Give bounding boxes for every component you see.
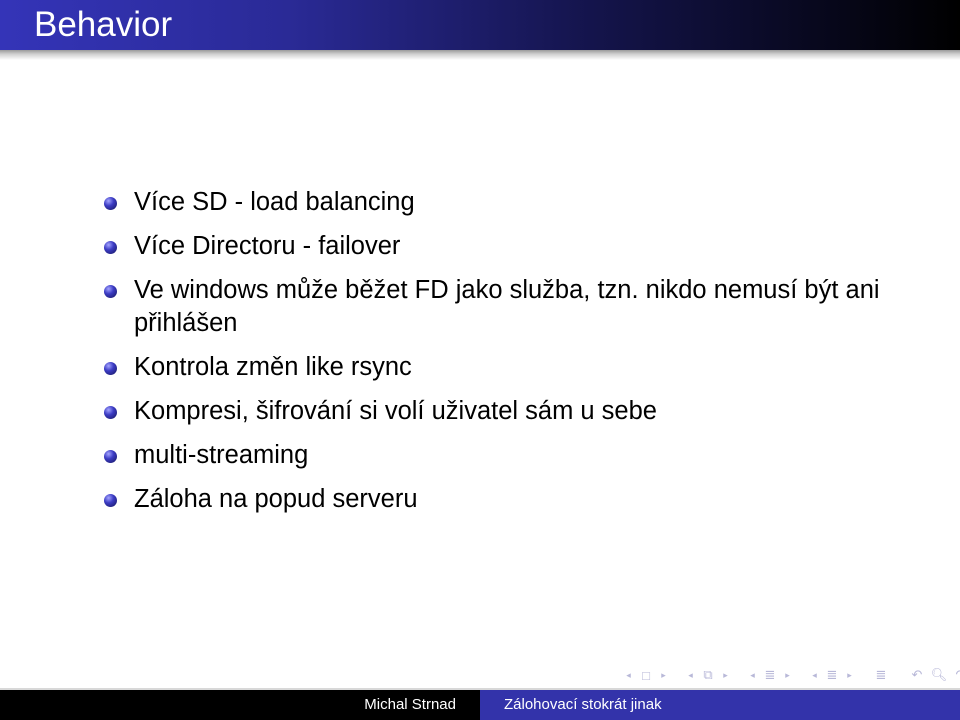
footer-short-title: Zálohovací stokrát jinak bbox=[504, 696, 662, 713]
search-icon[interactable]: 🔍︎ bbox=[928, 667, 950, 683]
frame-icon[interactable]: □ bbox=[635, 668, 657, 683]
next-subsection-arrow-icon[interactable]: ▸ bbox=[781, 670, 794, 681]
bullet-list: Více SD - load balancing Více Directoru … bbox=[104, 186, 924, 527]
bullet-icon bbox=[104, 197, 117, 210]
list-item: Kompresi, šifrování si volí uživatel sám… bbox=[104, 395, 924, 428]
list-item-text: Záloha na popud serveru bbox=[134, 485, 418, 513]
list-item: Ve windows může běžet FD jako služba, tz… bbox=[104, 274, 924, 340]
list-item: Záloha na popud serveru bbox=[104, 483, 924, 516]
next-slide-arrow-icon[interactable]: ▸ bbox=[719, 670, 732, 681]
bullet-icon bbox=[104, 285, 117, 298]
list-item-text: Kompresi, šifrování si volí uživatel sám… bbox=[134, 397, 657, 425]
prev-section-arrow-icon[interactable]: ◂ bbox=[808, 670, 821, 681]
align-icon[interactable]: ≣ bbox=[870, 667, 892, 683]
subsection-icon[interactable]: ≣ bbox=[759, 667, 781, 683]
list-item: multi-streaming bbox=[104, 439, 924, 472]
prev-subsection-arrow-icon[interactable]: ◂ bbox=[746, 670, 759, 681]
slide-title: Behavior bbox=[34, 5, 173, 44]
bullet-icon bbox=[104, 450, 117, 463]
next-section-arrow-icon[interactable]: ▸ bbox=[843, 670, 856, 681]
next-frame-arrow-icon[interactable]: ▸ bbox=[657, 670, 670, 681]
frames-icon[interactable]: ⧉ bbox=[697, 667, 719, 683]
footer-title-panel: Zálohovací stokrát jinak bbox=[480, 690, 960, 720]
title-bar: Behavior bbox=[0, 0, 960, 50]
beamer-navigation: ◂ □ ▸ ◂ ⧉ ▸ ◂ ≣ ▸ ◂ ≣ ▸ ≣ ↶ 🔍︎ ↷ bbox=[622, 664, 960, 686]
undo-icon[interactable]: ↶ bbox=[906, 667, 928, 683]
prev-slide-arrow-icon[interactable]: ◂ bbox=[684, 670, 697, 681]
bullet-icon bbox=[104, 362, 117, 375]
list-item: Kontrola změn like rsync bbox=[104, 351, 924, 384]
list-item: Více SD - load balancing bbox=[104, 186, 924, 219]
list-item-text: multi-streaming bbox=[134, 441, 309, 469]
list-item-text: Kontrola změn like rsync bbox=[134, 353, 412, 381]
list-item-text: Více SD - load balancing bbox=[134, 188, 415, 216]
footer-author: Michal Strnad bbox=[364, 696, 456, 713]
section-icon[interactable]: ≣ bbox=[821, 667, 843, 683]
bullet-icon bbox=[104, 406, 117, 419]
redo-icon[interactable]: ↷ bbox=[950, 667, 960, 683]
title-bar-shadow bbox=[0, 50, 960, 60]
prev-frame-arrow-icon[interactable]: ◂ bbox=[622, 670, 635, 681]
list-item: Více Directoru - failover bbox=[104, 230, 924, 263]
list-item-text: Více Directoru - failover bbox=[134, 232, 401, 260]
bullet-icon bbox=[104, 241, 117, 254]
list-item-text: Ve windows může běžet FD jako služba, tz… bbox=[134, 276, 880, 337]
footer-author-panel: Michal Strnad bbox=[0, 690, 480, 720]
bullet-icon bbox=[104, 494, 117, 507]
